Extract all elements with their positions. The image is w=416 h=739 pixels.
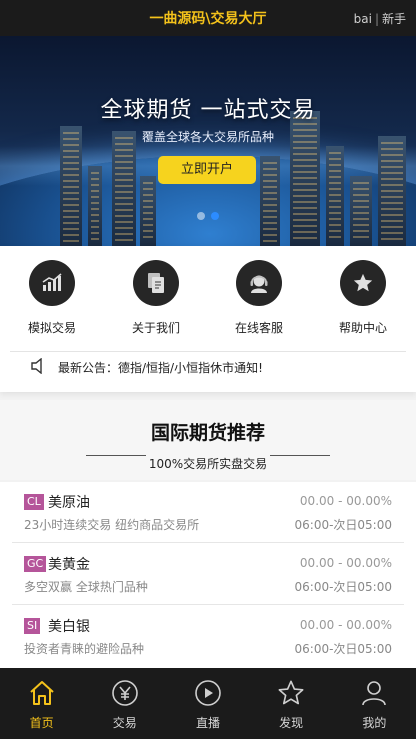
product-hours: 06:00-次日05:00 bbox=[294, 580, 393, 594]
product-desc: 投资者青睐的避险品种 bbox=[24, 642, 145, 656]
row-divider bbox=[12, 604, 404, 605]
announcement-text[interactable]: 德指/恒指/小恒指休市通知! bbox=[118, 359, 263, 376]
building bbox=[326, 146, 344, 246]
top-bar: 一曲源码\交易大厅 bai | 新手 bbox=[0, 0, 416, 36]
bottom-tab-bar: 首页 交易 直播 发现 我的 bbox=[0, 668, 416, 739]
login-link[interactable]: bai bbox=[354, 12, 372, 26]
tab-discover[interactable]: 发现 bbox=[250, 668, 333, 739]
star-icon bbox=[340, 260, 386, 306]
quick-link-label: 模拟交易 bbox=[27, 321, 76, 335]
tab-label: 交易 bbox=[112, 716, 137, 730]
product-desc: 23小时连续交易 纽约商品交易所 bbox=[24, 518, 200, 532]
announcement-bar[interactable]: 最新公告： 德指/恒指/小恒指休市通知! bbox=[10, 351, 406, 383]
building bbox=[140, 176, 156, 246]
product-desc: 多空双赢 全球热门品种 bbox=[24, 580, 148, 594]
divider-left bbox=[86, 455, 146, 456]
product-name: 美白银 bbox=[48, 619, 90, 635]
product-name: 美黄金 bbox=[48, 557, 90, 573]
building bbox=[378, 136, 406, 246]
home-icon bbox=[0, 678, 83, 708]
tab-label: 我的 bbox=[362, 716, 387, 730]
list-item-silver[interactable]: SI 美白银 投资者青睐的避险品种 00.00 - 00.00% 06:00-次… bbox=[12, 606, 404, 667]
open-account-button[interactable]: 立即开户 bbox=[158, 156, 256, 184]
tab-label: 发现 bbox=[279, 716, 304, 730]
quick-links-panel: 模拟交易 关于我们 在线客服 帮助中心 最新公告： 德指/恒指/小恒指休市通知! bbox=[0, 246, 416, 392]
building bbox=[112, 131, 136, 246]
speaker-icon bbox=[30, 357, 48, 378]
product-code-badge: GC bbox=[24, 556, 47, 572]
banner-subline: 覆盖全球各大交易所品种 bbox=[141, 130, 274, 144]
divider-right bbox=[270, 455, 330, 456]
hero-banner[interactable]: 全球期货 一站式交易 覆盖全球各大交易所品种 立即开户 bbox=[0, 36, 416, 246]
row-divider bbox=[12, 542, 404, 543]
tab-live[interactable]: 直播 bbox=[166, 668, 249, 739]
building bbox=[350, 176, 372, 246]
tab-trade[interactable]: 交易 bbox=[83, 668, 166, 739]
tab-label: 直播 bbox=[195, 716, 220, 730]
chart-up-icon bbox=[29, 260, 75, 306]
tab-home[interactable]: 首页 bbox=[0, 668, 83, 739]
product-hours: 06:00-次日05:00 bbox=[294, 518, 393, 532]
quick-link-label: 在线客服 bbox=[234, 321, 283, 335]
product-code-badge: SI bbox=[24, 618, 41, 634]
building bbox=[260, 156, 280, 246]
page-title: 一曲源码\交易大厅 bbox=[149, 11, 267, 27]
yen-icon bbox=[83, 678, 166, 708]
tab-label: 首页 bbox=[29, 716, 54, 730]
quick-link-label: 关于我们 bbox=[131, 321, 180, 335]
carousel-dot[interactable] bbox=[197, 212, 205, 220]
section-subtitle: 100%交易所实盘交易 bbox=[148, 457, 268, 471]
play-icon bbox=[166, 678, 249, 708]
user-separator: | bbox=[374, 12, 379, 26]
quick-link-simulated-trading[interactable]: 模拟交易 bbox=[7, 260, 97, 336]
product-price: 00.00 - 00.00% bbox=[299, 556, 392, 570]
building bbox=[88, 166, 102, 246]
user-icon bbox=[333, 678, 416, 708]
announcement-prefix: 最新公告： bbox=[58, 361, 119, 375]
product-price: 00.00 - 00.00% bbox=[299, 494, 392, 508]
user-links: bai | 新手 bbox=[354, 10, 406, 27]
product-price: 00.00 - 00.00% bbox=[299, 618, 392, 632]
product-name: 美原油 bbox=[48, 495, 90, 511]
recommend-section-header: 国际期货推荐 100%交易所实盘交易 bbox=[0, 400, 416, 480]
section-title: 国际期货推荐 bbox=[150, 422, 265, 444]
tab-mine[interactable]: 我的 bbox=[333, 668, 416, 739]
banner-headline: 全球期货 一站式交易 bbox=[100, 98, 316, 123]
quick-link-online-service[interactable]: 在线客服 bbox=[214, 260, 304, 336]
quick-link-label: 帮助中心 bbox=[338, 321, 387, 335]
product-list: CL 美原油 23小时连续交易 纽约商品交易所 00.00 - 00.00% 0… bbox=[0, 482, 416, 668]
list-item-gold[interactable]: GC 美黄金 多空双赢 全球热门品种 00.00 - 00.00% 06:00-… bbox=[12, 544, 404, 605]
star-outline-icon bbox=[250, 678, 333, 708]
product-code-badge: CL bbox=[24, 494, 44, 510]
quick-link-about-us[interactable]: 关于我们 bbox=[111, 260, 201, 336]
support-agent-icon bbox=[236, 260, 282, 306]
carousel-dot-active[interactable] bbox=[211, 212, 219, 220]
register-link[interactable]: 新手 bbox=[382, 12, 406, 26]
quick-link-help-center[interactable]: 帮助中心 bbox=[318, 260, 408, 336]
carousel-dots bbox=[0, 212, 416, 220]
list-item-crude-oil[interactable]: CL 美原油 23小时连续交易 纽约商品交易所 00.00 - 00.00% 0… bbox=[12, 482, 404, 543]
product-hours: 06:00-次日05:00 bbox=[294, 642, 393, 656]
documents-icon bbox=[133, 260, 179, 306]
